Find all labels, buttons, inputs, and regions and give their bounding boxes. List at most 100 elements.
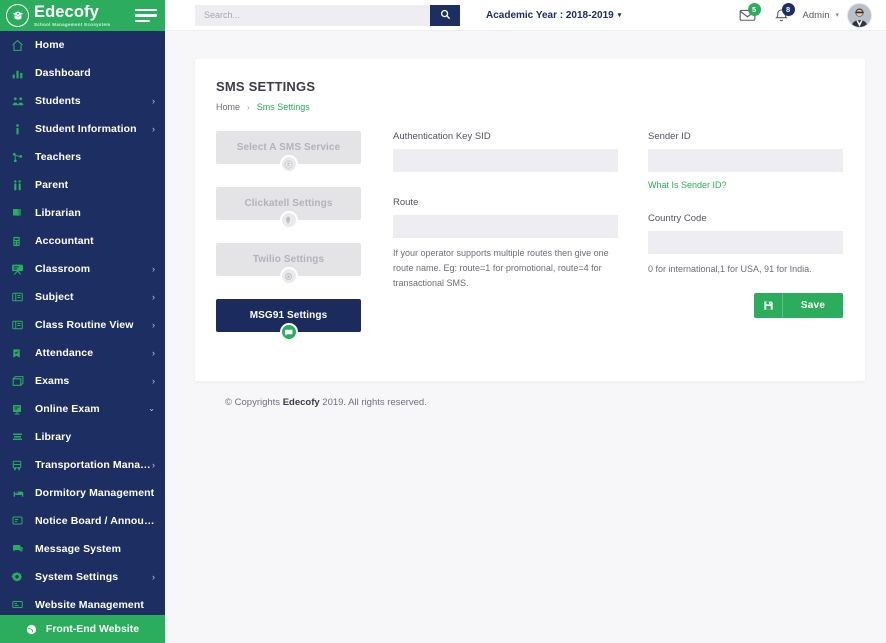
- page-title: SMS SETTINGS: [216, 79, 316, 94]
- sms-settings-form: Select A SMS Service Clickatell Settings…: [216, 131, 843, 355]
- notifications-button[interactable]: 8: [765, 2, 799, 28]
- notice-board-icon: [11, 515, 29, 527]
- sms-service-list: Select A SMS Service Clickatell Settings…: [216, 131, 361, 355]
- sidebar-item-label: Notice Board / Announ...: [35, 515, 155, 527]
- service-button-msg91-settings[interactable]: MSG91 Settings: [216, 299, 361, 341]
- sidebar: Edecofy School Management Ecosystem Home: [0, 0, 165, 643]
- search-input[interactable]: [195, 4, 430, 26]
- sidebar-item-label: Library: [35, 431, 72, 443]
- search-button[interactable]: [430, 4, 460, 26]
- auth-key-label: Authentication Key SID: [393, 131, 491, 142]
- subject-icon: [11, 291, 29, 303]
- academic-year-dropdown[interactable]: Academic Year : 2018-2019 ▾: [486, 10, 621, 21]
- service-button-clickatell-settings[interactable]: Clickatell Settings: [216, 187, 361, 229]
- sidebar-item-transportation-management[interactable]: Transportation Manage... ›: [0, 451, 165, 479]
- sidebar-item-label: Home: [35, 39, 65, 51]
- sidebar-item-parent[interactable]: Parent: [0, 171, 165, 199]
- service-button-select-a-sms-service[interactable]: Select A SMS Service: [216, 131, 361, 173]
- sidebar-item-message-system[interactable]: Message System: [0, 535, 165, 563]
- sidebar-item-librarian[interactable]: Librarian: [0, 199, 165, 227]
- sidebar-item-label: Website Management: [35, 599, 144, 611]
- save-button[interactable]: Save: [754, 293, 843, 318]
- route-label: Route: [393, 197, 419, 208]
- service-button-twilio-settings[interactable]: Twilio Settings: [216, 243, 361, 285]
- avatar[interactable]: [847, 2, 872, 28]
- hamburger-icon[interactable]: [135, 7, 157, 25]
- sidebar-item-home[interactable]: Home: [0, 31, 165, 59]
- save-button-label: Save: [800, 300, 826, 311]
- messages-button[interactable]: 5: [731, 2, 765, 28]
- sidebar-item-notice-board[interactable]: Notice Board / Announ...: [0, 507, 165, 535]
- sidebar-item-library[interactable]: Library: [0, 423, 165, 451]
- info-icon: [11, 123, 29, 136]
- sidebar-item-accountant[interactable]: Accountant: [0, 227, 165, 255]
- country-code-help-text: 0 for international,1 for USA, 91 for In…: [648, 264, 812, 274]
- search-icon: [440, 8, 451, 23]
- route-input[interactable]: [393, 215, 618, 238]
- sidebar-nav: Home Dashboard Students › Student Inform…: [0, 31, 165, 615]
- chevron-right-icon: ›: [152, 375, 155, 386]
- sidebar-item-students[interactable]: Students ›: [0, 87, 165, 115]
- online-exam-icon: [11, 403, 29, 416]
- auth-key-input[interactable]: [393, 149, 618, 172]
- sidebar-item-exams[interactable]: Exams ›: [0, 367, 165, 395]
- brand-text: Edecofy School Management Ecosystem: [34, 2, 135, 28]
- chevron-down-icon: ▾: [617, 12, 622, 19]
- footer: © Copyrights Edecofy 2019. All rights re…: [195, 381, 865, 408]
- brand-tagline: School Management Ecosystem: [34, 21, 111, 27]
- chevron-right-icon: ›: [152, 123, 155, 134]
- main-area: Academic Year : 2018-2019 ▾ 5: [165, 0, 886, 643]
- country-code-label: Country Code: [648, 213, 707, 224]
- sidebar-item-class-routine-view[interactable]: Class Routine View ›: [0, 311, 165, 339]
- sidebar-item-label: Dormitory Management: [35, 487, 155, 499]
- librarian-icon: [11, 207, 29, 219]
- comment-icon: [279, 323, 298, 341]
- brand-name: Edecofy: [34, 2, 99, 21]
- twilio-icon: [279, 267, 298, 285]
- exams-icon: [11, 375, 29, 388]
- sidebar-item-label: Student Information: [35, 123, 137, 135]
- chevron-right-icon: ›: [247, 102, 250, 112]
- country-code-input[interactable]: [648, 231, 843, 254]
- sms-settings-card: SMS SETTINGS Home › Sms Settings Select …: [195, 59, 865, 381]
- top-bar: Academic Year : 2018-2019 ▾ 5: [165, 0, 886, 31]
- sidebar-item-dormitory-management[interactable]: Dormitory Management: [0, 479, 165, 507]
- sidebar-item-classroom[interactable]: Classroom ›: [0, 255, 165, 283]
- what-is-sender-id-link[interactable]: What Is Sender ID?: [648, 180, 727, 190]
- sidebar-item-label: Subject: [35, 291, 74, 303]
- sidebar-item-label: Teachers: [35, 151, 82, 163]
- service-button-label: Select A SMS Service: [236, 142, 341, 153]
- chevron-right-icon: ›: [152, 291, 155, 302]
- front-end-website-button[interactable]: Front-End Website: [0, 615, 165, 643]
- service-button-label: Clickatell Settings: [244, 198, 333, 209]
- sidebar-logo-bar: Edecofy School Management Ecosystem: [0, 0, 165, 31]
- sidebar-item-label: Transportation Manage...: [35, 459, 152, 471]
- sidebar-item-website-management[interactable]: Website Management: [0, 591, 165, 615]
- chevron-right-icon: ›: [152, 95, 155, 106]
- sender-id-input[interactable]: [648, 149, 843, 172]
- sidebar-item-teachers[interactable]: Teachers: [0, 143, 165, 171]
- footer-suffix: 2019. All rights reserved.: [319, 397, 427, 408]
- avatar-icon: [848, 3, 871, 27]
- chart-bar-icon: [11, 67, 29, 80]
- chevron-down-icon: ⌄: [148, 404, 155, 413]
- sidebar-item-label: Message System: [35, 543, 122, 555]
- breadcrumb-home[interactable]: Home: [216, 102, 240, 112]
- sidebar-item-system-settings[interactable]: System Settings ›: [0, 563, 165, 591]
- attendance-icon: [11, 347, 29, 360]
- sidebar-item-student-information[interactable]: Student Information ›: [0, 115, 165, 143]
- save-icon: [754, 293, 783, 318]
- classroom-icon: [11, 263, 29, 276]
- students-icon: [11, 95, 29, 108]
- sidebar-item-label: System Settings: [35, 571, 119, 583]
- chevron-down-icon[interactable]: ▾: [835, 11, 839, 19]
- footer-brand: Edecofy: [282, 397, 320, 408]
- sidebar-item-subject[interactable]: Subject ›: [0, 283, 165, 311]
- sidebar-item-attendance[interactable]: Attendance ›: [0, 339, 165, 367]
- save-row: Save: [648, 293, 843, 318]
- sidebar-item-label: Accountant: [35, 235, 94, 247]
- route-help-text: If your operator supports multiple route…: [393, 248, 609, 288]
- content-area: SMS SETTINGS Home › Sms Settings Select …: [165, 31, 886, 643]
- sidebar-item-online-exam[interactable]: Online Exam ⌄: [0, 395, 165, 423]
- sidebar-item-dashboard[interactable]: Dashboard: [0, 59, 165, 87]
